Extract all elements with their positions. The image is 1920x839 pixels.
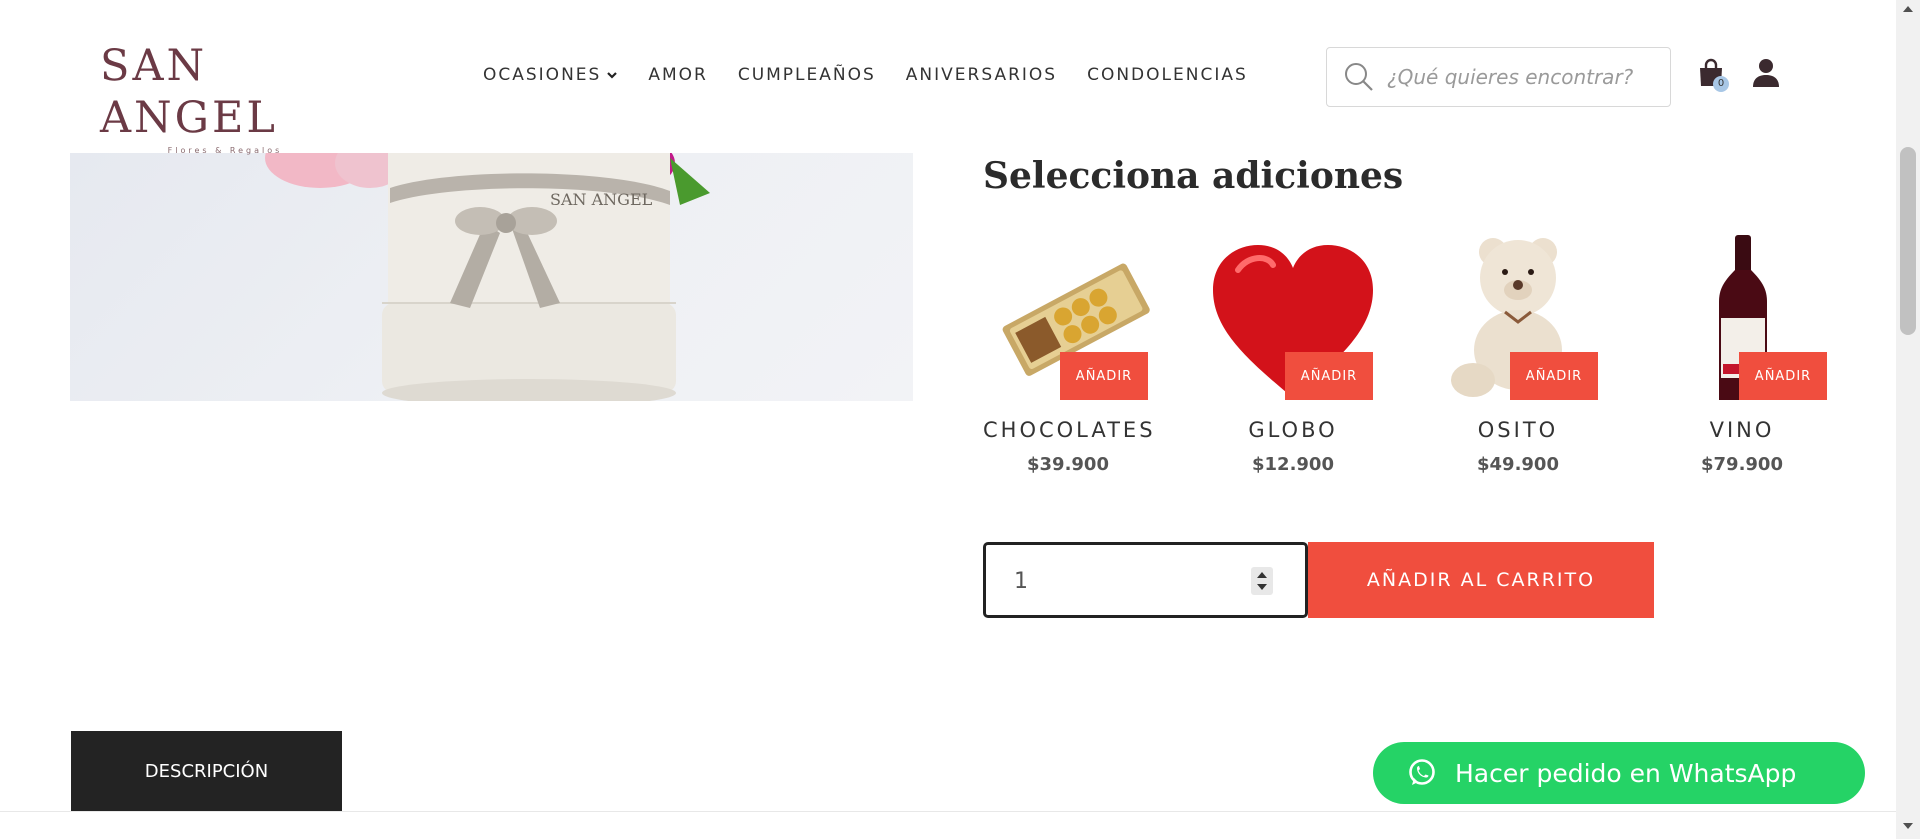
nav-item-amor[interactable]: AMOR — [648, 65, 708, 85]
addon-name: GLOBO — [1248, 418, 1338, 442]
addon-card-chocolates: AÑADIR CHOCOLATES $39.900 — [983, 230, 1153, 490]
nav-item-cumpleanos[interactable]: CUMPLEAÑOS — [738, 65, 876, 85]
nav-item-condolencias[interactable]: CONDOLENCIAS — [1087, 65, 1248, 85]
main-nav: OCASIONES AMOR CUMPLEAÑOS ANIVERSARIOS C… — [483, 65, 1278, 85]
brand-tagline: Flores & Regalos — [167, 146, 283, 155]
search-box — [1326, 47, 1671, 107]
cart-button[interactable]: 0 — [1697, 58, 1729, 94]
product-image: SAN ANGEL — [70, 153, 913, 401]
chevron-down-icon — [607, 72, 618, 79]
quantity-input[interactable] — [1014, 565, 1214, 597]
search-icon[interactable] — [1343, 61, 1375, 93]
whatsapp-label: Hacer pedido en WhatsApp — [1455, 758, 1797, 788]
add-chocolates-button[interactable]: AÑADIR — [1060, 352, 1148, 400]
nav-item-label: CUMPLEAÑOS — [737, 65, 876, 85]
addon-price: $49.900 — [1477, 454, 1559, 475]
add-osito-button[interactable]: AÑADIR — [1510, 352, 1598, 400]
nav-item-label: OCASIONES — [483, 65, 602, 85]
addon-name: OSITO — [1477, 418, 1559, 442]
product-image-graphic: SAN ANGEL — [265, 153, 710, 401]
addon-name: VINO — [1709, 418, 1775, 442]
scroll-down-icon[interactable] — [1903, 823, 1913, 829]
add-vino-button[interactable]: AÑADIR — [1739, 352, 1827, 400]
cart-count-badge: 0 — [1713, 76, 1729, 92]
brand-name: SAN ANGEL — [100, 41, 278, 143]
nav-item-aniversarios[interactable]: ANIVERSARIOS — [906, 65, 1057, 85]
quantity-spinner[interactable] — [1251, 567, 1273, 595]
additions-title: Selecciona adiciones — [983, 155, 1404, 197]
site-header: SAN ANGEL Flores & Regalos OCASIONES AMO… — [0, 0, 1896, 155]
whatsapp-icon — [1409, 759, 1435, 785]
user-icon — [1753, 59, 1779, 87]
addon-price: $79.900 — [1701, 454, 1783, 475]
account-button[interactable] — [1752, 58, 1782, 90]
add-to-cart-button[interactable]: AÑADIR AL CARRITO — [1308, 542, 1654, 618]
scroll-up-icon[interactable] — [1903, 6, 1913, 12]
addon-price: $39.900 — [1027, 454, 1109, 475]
quantity-stepper — [983, 542, 1308, 618]
nav-item-label: CONDOLENCIAS — [1087, 65, 1248, 85]
scrollbar-thumb[interactable] — [1900, 147, 1916, 335]
brand-logo[interactable]: SAN ANGEL Flores & Regalos — [100, 40, 360, 155]
page-scrollbar[interactable] — [1896, 0, 1920, 839]
divider — [0, 811, 1896, 812]
addon-price: $12.900 — [1252, 454, 1334, 475]
nav-item-label: ANIVERSARIOS — [905, 65, 1058, 85]
addon-name: CHOCOLATES — [983, 418, 1156, 442]
ribbon-text: SAN ANGEL — [550, 190, 653, 209]
spinner-arrows-icon — [1257, 572, 1267, 590]
search-input[interactable] — [1387, 65, 1667, 89]
nav-item-ocasiones[interactable]: OCASIONES — [483, 65, 618, 85]
add-globo-button[interactable]: AÑADIR — [1285, 352, 1373, 400]
nav-item-label: AMOR — [648, 65, 708, 85]
addon-card-vino: AÑADIR VINO $79.900 — [1657, 230, 1827, 490]
addon-card-osito: AÑADIR OSITO $49.900 — [1433, 230, 1603, 490]
addon-card-globo: AÑADIR GLOBO $12.900 — [1208, 230, 1378, 490]
tab-description[interactable]: DESCRIPCIÓN — [71, 731, 342, 811]
whatsapp-order-button[interactable]: Hacer pedido en WhatsApp — [1373, 742, 1865, 804]
